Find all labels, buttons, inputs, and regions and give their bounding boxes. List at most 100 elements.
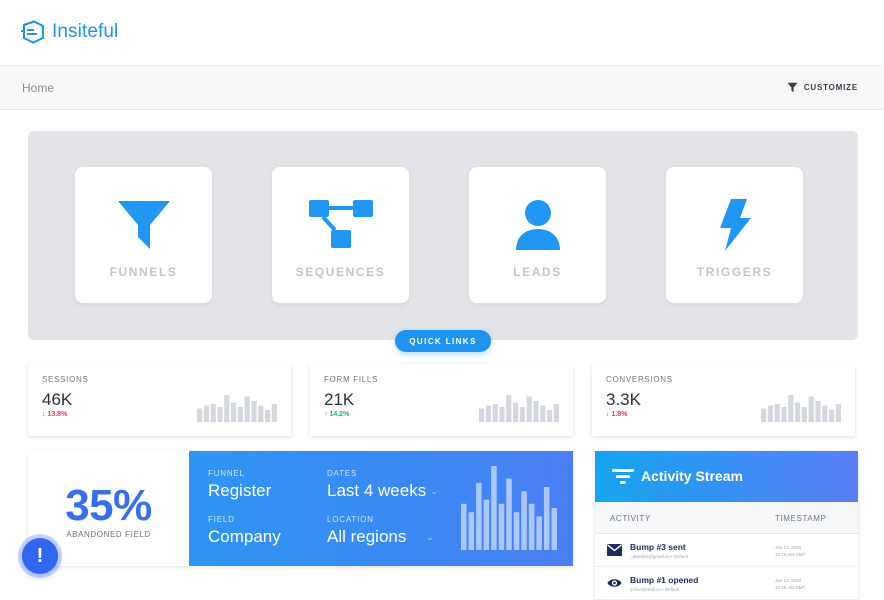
spark-bar [265,410,271,422]
trend-arrow-icon: ↓ [606,411,610,418]
envelope-icon [607,544,622,556]
top-bar: Insiteful [0,0,884,66]
metric-card-form-fills[interactable]: FORM FILLS 21K ↑ 14.2% [310,364,573,436]
tile-leads[interactable]: LEADS [469,167,606,303]
customize-button[interactable]: CUSTOMIZE [787,82,858,93]
funnel-bar [513,512,520,550]
funnel-bar [551,508,557,550]
funnel-bar [483,499,490,550]
chevron-down-icon: ⌄ [430,485,438,496]
metric-delta: ↓ 13.8% [42,411,68,418]
metric-value: 3.3K [606,390,641,409]
spark-bar [231,402,237,422]
tile-sequences[interactable]: SEQUENCES [272,167,409,303]
funnel-card: 35% ABANDONED FIELD FUNNEL Register DATE… [28,451,573,566]
spark-bar [224,395,230,422]
tile-triggers[interactable]: TRIGGERS [666,167,803,303]
spark-bar [210,404,216,422]
tile-label: TRIGGERS [696,265,773,279]
spark-bar [237,407,243,422]
metric-delta: ↑ 14.2% [324,411,350,418]
spark-bar [513,402,519,422]
spark-bar [251,401,257,422]
lightning-icon [719,199,751,251]
tile-label: FUNNELS [109,265,178,279]
spark-bar [774,404,780,422]
spark-bar [526,396,532,422]
chevron-down-icon: ⌄ [426,531,434,542]
tile-funnels[interactable]: FUNNELS [75,167,212,303]
spark-bar [271,404,277,422]
funnel-icon [117,201,170,249]
column-header-timestamp[interactable]: TIMESTAMP [775,514,826,523]
spark-bar [519,407,525,422]
funnel-bar [468,512,475,550]
spark-bar [258,405,264,422]
activity-row[interactable]: Bump #1 opened ychun@mail.co • Default J… [595,567,858,600]
sequence-icon [308,200,373,248]
spark-bar [506,395,512,422]
logo-icon [21,20,44,44]
trend-arrow-icon: ↑ [324,411,328,418]
dates-dropdown[interactable]: DATES Last 4 weeks ⌄ [327,469,438,501]
app-name: Insiteful [52,21,119,42]
trend-arrow-icon: ↓ [42,411,46,418]
activity-row[interactable]: Bump #3 sent _ariedike@gmail.co • Defaul… [595,534,858,567]
alert-button[interactable]: ! [22,538,58,574]
spark-bar [217,407,223,422]
logo[interactable]: Insiteful [20,20,118,44]
abandon-label: ABANDONED FIELD [66,530,151,539]
spark-bar [815,401,821,422]
activity-title-text: Bump #3 sent [630,542,686,552]
customize-label: CUSTOMIZE [803,83,858,92]
filter-icon [787,82,798,93]
spark-bar [788,395,794,422]
activity-subtext: _ariedike@gmail.co • Default [630,554,688,559]
column-header-activity[interactable]: ACTIVITY [610,514,651,523]
metric-delta: ↓ 1.8% [606,411,628,418]
funnel-bar [506,478,512,550]
breadcrumb-bar: Home CUSTOMIZE [0,66,884,110]
funnel-selector[interactable]: FUNNEL Register [208,469,271,501]
funnel-bar-chart [461,466,557,550]
activity-timestamp: Jan 12, 2020 10:25 AM GMT [775,545,806,557]
tile-label: SEQUENCES [295,265,386,279]
spark-bar [547,410,553,422]
breadcrumb[interactable]: Home [22,81,54,95]
spark-bar [767,405,773,422]
field-selector[interactable]: FIELD Company [208,515,281,547]
spark-bar [801,407,807,422]
sparkbar-chart [479,395,559,422]
spark-bar [244,396,250,422]
spark-bar [761,408,767,422]
quick-links-pill[interactable]: QUICK LINKS [395,330,491,352]
funnel-bar [498,503,505,550]
spark-bar [485,405,491,422]
spark-bar [835,404,841,422]
sparkbar-chart [761,395,841,422]
tile-label: LEADS [513,265,562,279]
metric-value: 21K [324,390,355,409]
spark-bar [808,396,814,422]
metric-label: SESSIONS [42,375,89,384]
metric-card-conversions[interactable]: CONVERSIONS 3.3K ↓ 1.8% [592,364,855,436]
funnel-bar [528,503,535,550]
spark-bar [795,402,801,422]
activity-column-headers: ACTIVITY TIMESTAMP [595,502,858,534]
activity-stream: Activity Stream ACTIVITY TIMESTAMP Bump … [595,451,858,600]
activity-title: Activity Stream [641,468,743,484]
spark-bar [829,410,835,422]
metric-card-sessions[interactable]: SESSIONS 46K ↓ 13.8% [28,364,291,436]
spark-bar [540,405,546,422]
activity-timestamp: Jan 12, 2020 10:25 AM GMT [775,578,806,590]
eye-icon [607,579,622,587]
funnel-bar [521,491,527,550]
spark-bar [492,404,498,422]
page: Insiteful Home CUSTOMIZE FUNNELS SEQUENC… [0,0,884,600]
funnel-bar [491,466,497,550]
activity-title-text: Bump #1 opened [630,575,699,585]
metric-value: 46K [42,390,73,409]
spark-bar [197,408,203,422]
spark-bar [781,407,787,422]
location-dropdown[interactable]: LOCATION All regions ⌄ [327,515,434,547]
